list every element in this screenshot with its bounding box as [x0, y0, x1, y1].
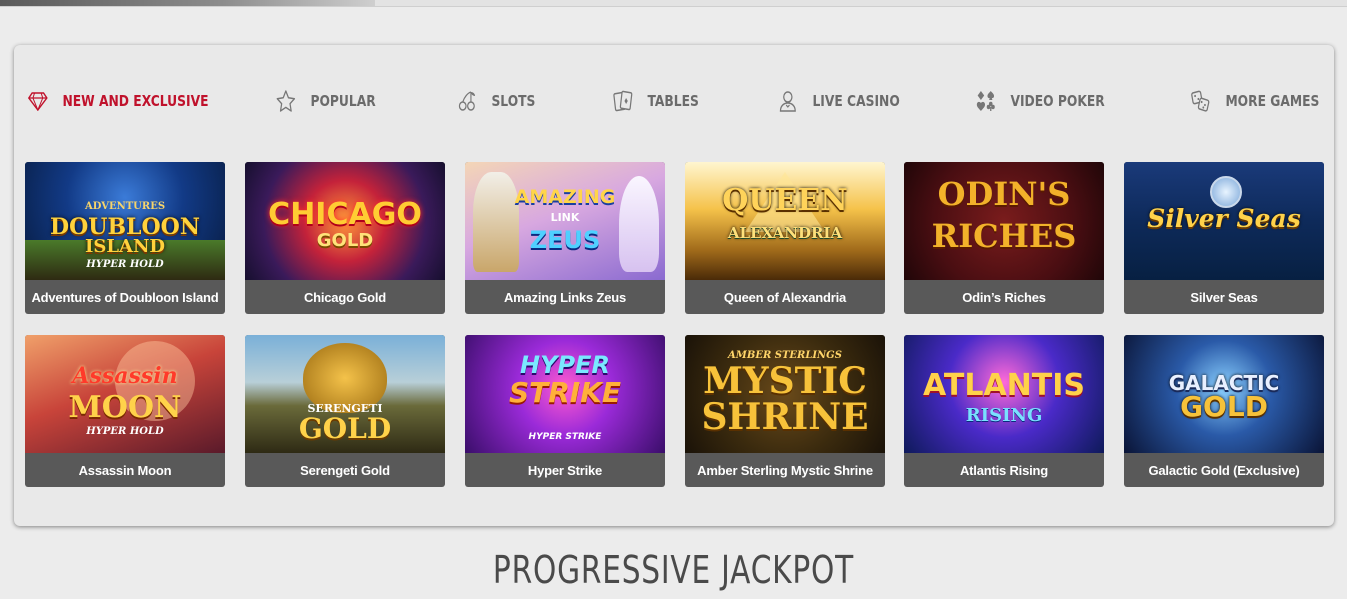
game-title: Adventures of Doubloon Island	[31, 289, 219, 305]
game-logo-text: STRIKE	[508, 376, 622, 409]
game-title: Amber Sterling Mystic Shrine	[697, 462, 873, 478]
tab-label: SLOTS	[491, 92, 536, 110]
top-banner-edge	[0, 0, 1347, 7]
game-title: Amazing Links Zeus	[503, 289, 627, 305]
game-card-hyper-strike[interactable]: HYPER STRIKE HYPER STRIKE Hyper Strike	[465, 335, 665, 487]
diamond-icon	[28, 92, 48, 111]
game-logo-text: ISLAND	[84, 236, 166, 257]
tab-live-casino[interactable]: LIVE CASINO	[778, 81, 900, 121]
game-logo-text: HYPER	[520, 351, 610, 379]
game-thumbnail: ADVENTURES DOUBLOON ISLAND HYPER HOLD	[25, 162, 225, 280]
game-logo-text: DOUBLOON	[50, 214, 200, 240]
game-title: Odin’s Riches	[962, 289, 1046, 305]
game-title: Queen of Alexandria	[723, 289, 847, 305]
dealer-icon	[779, 91, 796, 112]
game-card-galactic-gold[interactable]: GALACTIC GOLD Galactic Gold (Exclusive)	[1124, 335, 1324, 487]
game-thumbnail: SERENGETI GOLD	[245, 335, 445, 453]
game-thumbnail: AMBER STERLINGS MYSTIC SHRINE	[685, 335, 885, 453]
game-card-queen-of-alexandria[interactable]: QUEEN ALEXANDRIA Queen of Alexandria	[685, 162, 885, 314]
game-logo-text: GOLD	[316, 230, 374, 251]
game-logo-text: ODIN'S	[937, 175, 1071, 213]
game-card-assassin-moon[interactable]: Assassin MOON HYPER HOLD Assassin Moon	[25, 335, 225, 487]
game-logo-text: ADVENTURES	[84, 201, 166, 212]
game-thumbnail: HYPER STRIKE HYPER STRIKE	[465, 335, 665, 453]
game-thumbnail: Assassin MOON HYPER HOLD	[25, 335, 225, 453]
tab-label: NEW AND EXCLUSIVE	[62, 92, 209, 110]
game-logo-text: ALEXANDRIA	[727, 224, 843, 242]
game-logo-text: CHICAGO	[268, 197, 422, 232]
tab-tables[interactable]: TABLES	[613, 81, 699, 121]
section-heading: PROGRESSIVE JACKPOT	[0, 548, 1347, 592]
game-logo-text: GOLD	[298, 412, 392, 445]
game-thumbnail: QUEEN ALEXANDRIA	[685, 162, 885, 280]
game-card-silver-seas[interactable]: Silver Seas Silver Seas	[1124, 162, 1324, 314]
game-logo-text: RISING	[965, 405, 1043, 426]
game-thumbnail: AMAZING LINK ZEUS	[465, 162, 665, 280]
dice-icon	[1191, 90, 1210, 112]
game-title: Hyper Strike	[527, 462, 603, 478]
game-card-adventures-of-doubloon-island[interactable]: ADVENTURES DOUBLOON ISLAND HYPER HOLD Ad…	[25, 162, 225, 314]
tab-slots[interactable]: SLOTS	[457, 81, 535, 121]
game-logo-text: HYPER STRIKE	[528, 432, 602, 442]
cards-icon	[613, 90, 633, 112]
tab-popular[interactable]: POPULAR	[276, 81, 376, 121]
game-logo-text: QUEEN	[722, 183, 848, 218]
game-card-serengeti-gold[interactable]: SERENGETI GOLD Serengeti Gold	[245, 335, 445, 487]
tab-label: LIVE CASINO	[812, 92, 900, 110]
card-suits-icon	[976, 91, 995, 111]
game-category-nav: NEW AND EXCLUSIVE POPULAR SLOTS TABLES L…	[14, 81, 1334, 121]
game-logo-text: ATLANTIS	[922, 368, 1086, 403]
game-thumbnail: GALACTIC GOLD	[1124, 335, 1324, 453]
tab-label: POPULAR	[310, 92, 376, 110]
game-card-odins-riches[interactable]: ODIN'S RICHES Odin’s Riches	[904, 162, 1104, 314]
game-logo-text: HYPER HOLD	[86, 259, 164, 270]
tab-label: VIDEO POKER	[1010, 92, 1105, 110]
game-thumbnail: CHICAGO GOLD	[245, 162, 445, 280]
game-thumbnail: ATLANTIS RISING	[904, 335, 1104, 453]
tab-more-games[interactable]: MORE GAMES	[1191, 81, 1319, 121]
tab-label: TABLES	[647, 92, 699, 110]
game-title: Galactic Gold (Exclusive)	[1148, 462, 1300, 478]
game-card-atlantis-rising[interactable]: ATLANTIS RISING Atlantis Rising	[904, 335, 1104, 487]
game-logo-text: Silver Seas	[1147, 204, 1301, 233]
game-logo-text: Assassin	[72, 363, 178, 389]
star-icon	[276, 90, 296, 112]
section-heading-text: PROGRESSIVE JACKPOT	[492, 548, 855, 592]
divider	[0, 6, 1347, 7]
tab-label: MORE GAMES	[1225, 92, 1320, 110]
game-title: Chicago Gold	[303, 289, 387, 305]
game-thumbnail: ODIN'S RICHES	[904, 162, 1104, 280]
game-card-amazing-links-zeus[interactable]: AMAZING LINK ZEUS Amazing Links Zeus	[465, 162, 665, 314]
game-logo-text: MOON	[68, 390, 182, 425]
game-title: Silver Seas	[1190, 289, 1258, 305]
game-thumbnail: Silver Seas	[1124, 162, 1324, 280]
game-logo-text: SHRINE	[701, 396, 869, 438]
game-logo-text: MYSTIC	[703, 360, 867, 402]
game-logo-text: ZEUS	[529, 226, 601, 254]
game-logo-text: AMAZING	[514, 186, 616, 208]
game-title: Assassin Moon	[78, 462, 172, 478]
game-title: Atlantis Rising	[959, 462, 1048, 478]
game-title: Serengeti Gold	[300, 462, 390, 478]
game-card-amber-sterling-mystic-shrine[interactable]: AMBER STERLINGS MYSTIC SHRINE Amber Ster…	[685, 335, 885, 487]
game-logo-text: LINK	[550, 211, 580, 224]
tab-new-and-exclusive[interactable]: NEW AND EXCLUSIVE	[28, 81, 209, 121]
game-logo-text: GOLD	[1180, 390, 1268, 423]
game-card-chicago-gold[interactable]: CHICAGO GOLD Chicago Gold	[245, 162, 445, 314]
game-logo-text: RICHES	[931, 217, 1077, 255]
tab-video-poker[interactable]: VIDEO POKER	[976, 81, 1105, 121]
game-logo-text: HYPER HOLD	[86, 426, 164, 437]
cherries-icon	[458, 91, 476, 111]
